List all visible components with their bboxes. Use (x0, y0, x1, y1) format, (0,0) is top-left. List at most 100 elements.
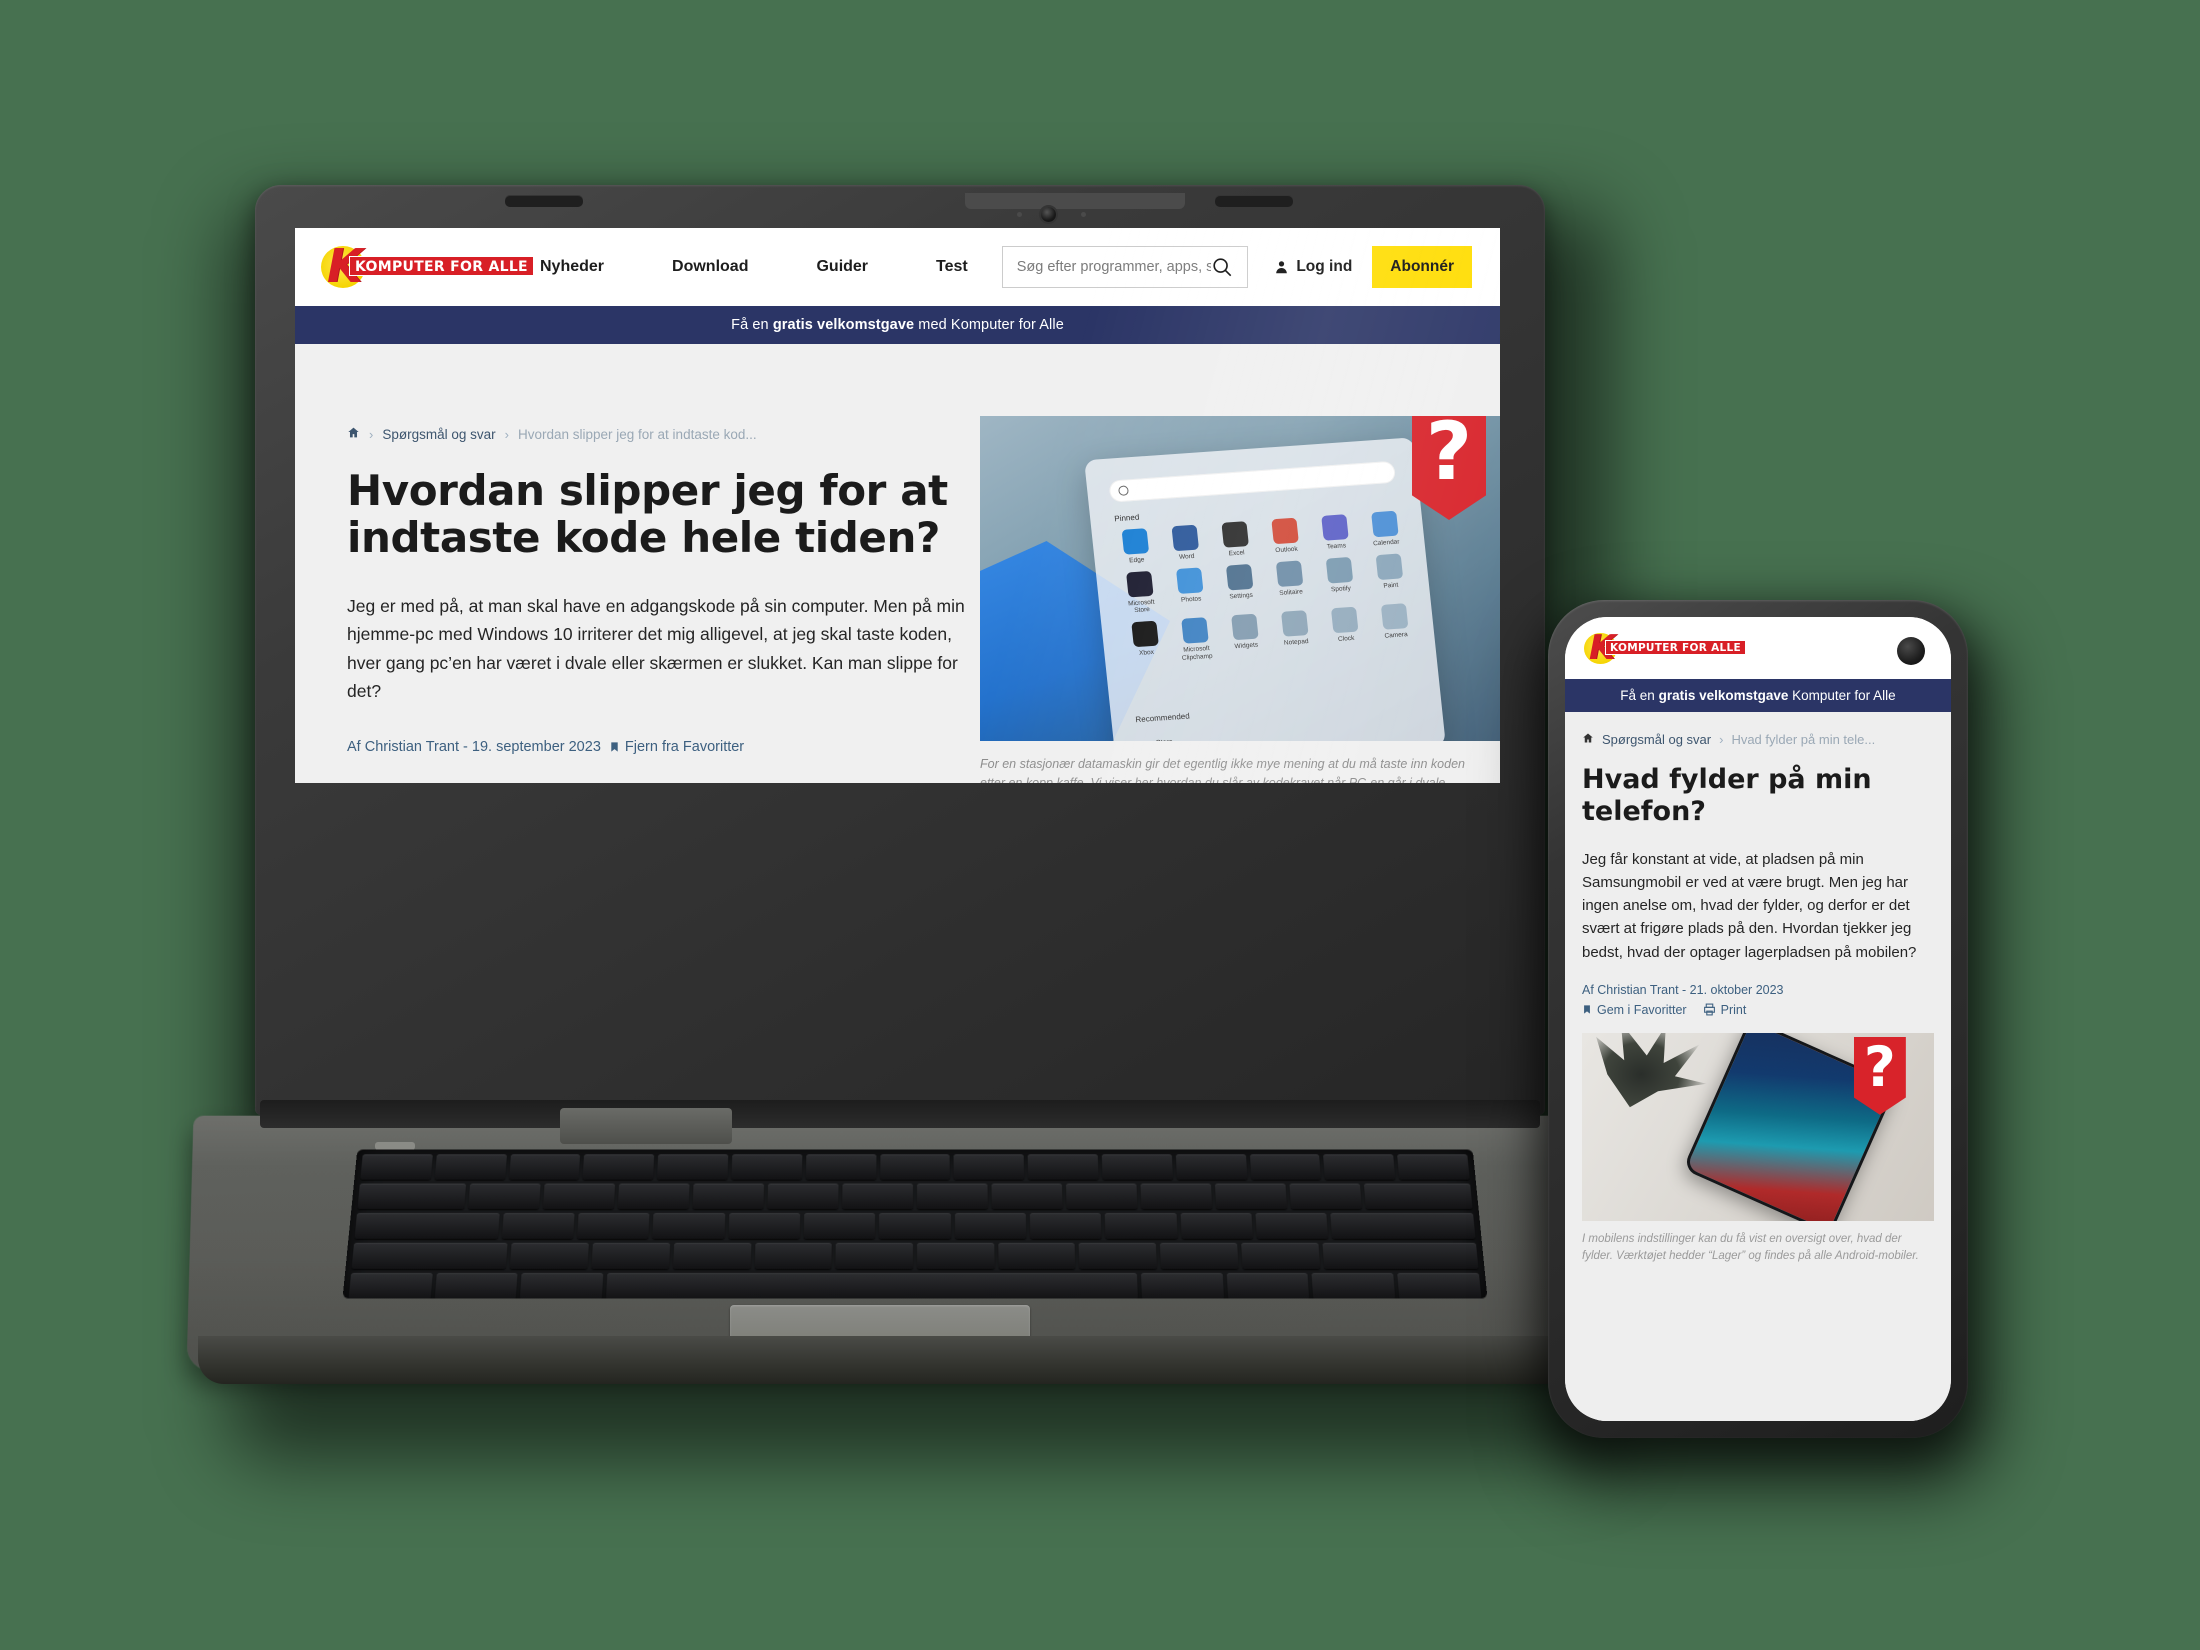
print-button[interactable]: Print (1703, 1002, 1747, 1017)
promo-suffix: med Komputer for Alle (914, 317, 1064, 333)
site-logo[interactable]: K KOMPUTER FOR ALLE (317, 243, 534, 290)
promo-banner[interactable]: Få en gratis velkomstgave med Komputer f… (295, 306, 1500, 344)
remove-favorite-button[interactable]: Fjern fra Favoritter (609, 739, 744, 755)
search-button[interactable] (1211, 256, 1233, 278)
key[interactable] (1101, 1154, 1173, 1180)
phone-site-logo[interactable]: K KOMPUTER FOR ALLE (1581, 631, 1746, 665)
key[interactable] (1104, 1213, 1178, 1239)
key[interactable] (1364, 1183, 1473, 1210)
windows-app-tile: Photos (1170, 567, 1210, 612)
key[interactable] (1066, 1183, 1138, 1210)
key[interactable] (991, 1183, 1063, 1210)
key[interactable] (1255, 1213, 1329, 1239)
windows-app-label: Edge (1128, 556, 1145, 565)
key[interactable] (998, 1242, 1076, 1270)
key[interactable] (577, 1213, 650, 1239)
key[interactable] (805, 1154, 877, 1180)
key[interactable] (954, 1213, 1027, 1239)
windows-app-tile: Microsoft Clipchamp (1175, 617, 1215, 662)
key[interactable] (657, 1154, 729, 1180)
breadcrumb-section[interactable]: Spørgsmål og svar (382, 427, 495, 442)
laptop-hinge-block (560, 1108, 732, 1144)
nav-item-guider[interactable]: Guider (782, 258, 902, 276)
key[interactable] (510, 1242, 590, 1270)
phone-promo-suffix: Komputer for Alle (1788, 688, 1896, 703)
subscribe-button[interactable]: Abonnér (1372, 246, 1472, 288)
key[interactable] (1180, 1213, 1253, 1239)
nav-item-test[interactable]: Test (902, 258, 1002, 276)
key[interactable] (354, 1213, 500, 1239)
key[interactable] (1322, 1242, 1479, 1270)
byline-text: Af Christian Trant - 19. september 2023 (347, 739, 601, 756)
key[interactable] (754, 1242, 833, 1270)
key[interactable] (520, 1273, 604, 1299)
login-label: Log ind (1296, 258, 1353, 275)
key[interactable] (835, 1242, 914, 1270)
key[interactable] (1226, 1273, 1310, 1299)
key[interactable] (1160, 1242, 1239, 1270)
key[interactable] (582, 1154, 655, 1180)
key[interactable] (728, 1213, 801, 1239)
key[interactable] (692, 1183, 764, 1210)
key[interactable] (803, 1213, 876, 1239)
spacebar-key[interactable] (606, 1273, 1138, 1299)
phone-breadcrumb-section[interactable]: Spørgsmål og svar (1602, 732, 1711, 747)
keyboard-row (351, 1242, 1479, 1270)
key[interactable] (672, 1242, 752, 1270)
key[interactable] (360, 1154, 433, 1180)
phone-promo-banner[interactable]: Få en gratis velkomstgave Komputer for A… (1565, 679, 1951, 712)
key[interactable] (767, 1183, 839, 1210)
laptop-device: K KOMPUTER FOR ALLE Nyheder Download Gui… (186, 185, 1614, 1420)
login-button[interactable]: Log ind (1274, 258, 1352, 276)
key[interactable] (1140, 1183, 1213, 1210)
search-input[interactable] (1016, 259, 1212, 275)
key[interactable] (1249, 1154, 1322, 1180)
key[interactable] (1079, 1242, 1158, 1270)
key[interactable] (1029, 1213, 1102, 1239)
logo-band-text: KOMPUTER FOR ALLE (1605, 640, 1746, 655)
key[interactable] (953, 1154, 1025, 1180)
windows-app-tile: Widgets (1225, 614, 1265, 659)
key[interactable] (879, 1213, 951, 1239)
print-label: Print (1720, 1002, 1747, 1017)
key[interactable] (591, 1242, 671, 1270)
key[interactable] (652, 1213, 725, 1239)
key[interactable] (501, 1213, 575, 1239)
key[interactable] (879, 1154, 951, 1180)
key[interactable] (1323, 1154, 1396, 1180)
key[interactable] (467, 1183, 541, 1210)
nav-item-download[interactable]: Download (638, 258, 782, 276)
key[interactable] (1027, 1154, 1099, 1180)
home-icon[interactable] (1582, 732, 1594, 747)
windows-app-tile: Xbox (1125, 621, 1165, 666)
key[interactable] (1241, 1242, 1320, 1270)
key[interactable] (1140, 1273, 1224, 1299)
key[interactable] (917, 1242, 995, 1270)
phone-page-title: Hvad fylder på min telefon? (1582, 764, 1872, 827)
search-box[interactable] (1001, 246, 1249, 288)
windows-app-tile: Clock (1325, 607, 1365, 652)
key[interactable] (731, 1154, 803, 1180)
key[interactable] (348, 1273, 433, 1299)
key[interactable] (357, 1183, 466, 1210)
hero-column: Pinned Edge Word Excel Outlook Teams Cal… (980, 416, 1500, 783)
key[interactable] (916, 1183, 988, 1210)
key[interactable] (1397, 1273, 1482, 1299)
key[interactable] (1397, 1154, 1470, 1180)
home-icon[interactable] (347, 426, 360, 442)
key[interactable] (434, 1273, 519, 1299)
laptop-base-front (198, 1336, 1602, 1384)
key[interactable] (1330, 1213, 1476, 1239)
key[interactable] (542, 1183, 615, 1210)
key[interactable] (1215, 1183, 1288, 1210)
key[interactable] (1175, 1154, 1248, 1180)
key[interactable] (842, 1183, 913, 1210)
key[interactable] (508, 1154, 581, 1180)
key[interactable] (1311, 1273, 1396, 1299)
save-favorite-button[interactable]: Gem i Favoritter (1582, 1003, 1687, 1017)
key[interactable] (617, 1183, 690, 1210)
key[interactable] (434, 1154, 507, 1180)
laptop-keyboard[interactable] (342, 1149, 1488, 1299)
key[interactable] (1289, 1183, 1363, 1210)
key[interactable] (351, 1242, 509, 1270)
